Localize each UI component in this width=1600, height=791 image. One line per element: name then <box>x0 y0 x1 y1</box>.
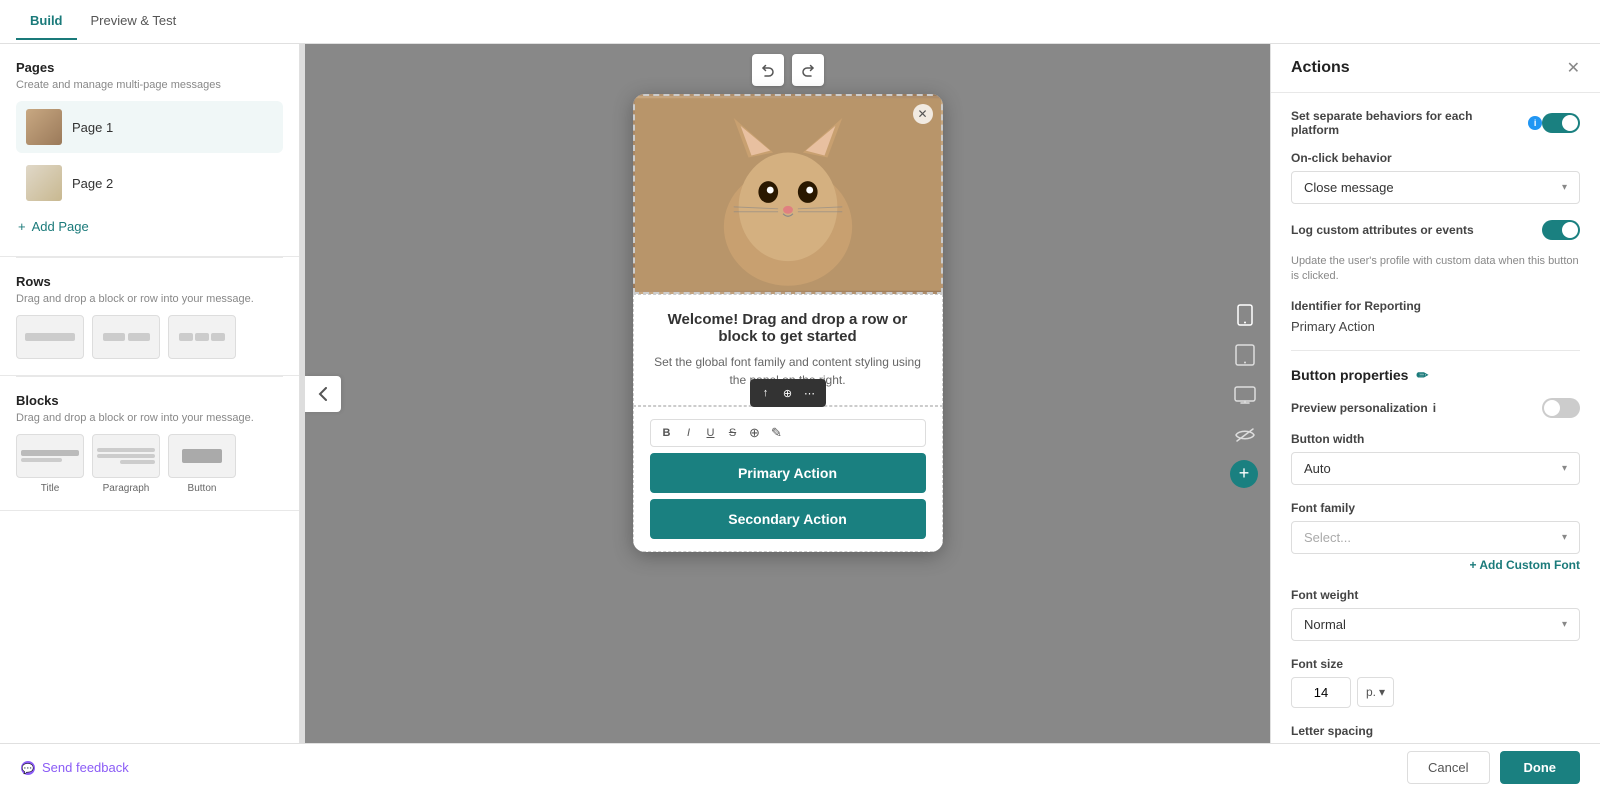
font-size-unit-select[interactable]: p. ▾ <box>1357 677 1394 707</box>
add-custom-font-button[interactable]: + Add Custom Font <box>1291 558 1580 572</box>
buttons-block[interactable]: ↑ ⊕ ⋯ B I U S ⊕ ✎ Primary Action Secon <box>633 406 943 552</box>
width-label: Button width <box>1291 432 1580 446</box>
format-toolbar: B I U S ⊕ ✎ <box>650 419 926 447</box>
bold-button[interactable]: B <box>657 423 677 443</box>
welcome-heading: Welcome! Drag and drop a row or block to… <box>650 311 926 345</box>
row-double-item[interactable] <box>92 315 160 359</box>
panel-title: Actions <box>1291 59 1350 77</box>
add-page-button[interactable]: + Add Page <box>16 213 283 240</box>
link-button[interactable]: ⊕ <box>745 423 765 443</box>
font-family-dropdown[interactable]: Select... ▾ <box>1291 521 1580 554</box>
letter-spacing-label: Letter spacing <box>1291 724 1580 738</box>
log-desc: Update the user's profile with custom da… <box>1291 254 1580 285</box>
edit-icon[interactable]: ✏ <box>1416 367 1428 384</box>
preview-info-icon[interactable]: i <box>1433 401 1436 415</box>
secondary-action-button[interactable]: Secondary Action <box>650 499 926 539</box>
width-dropdown[interactable]: Auto ▾ <box>1291 452 1580 485</box>
info-icon[interactable]: i <box>1528 116 1542 130</box>
bottom-bar: 💬 Send feedback Cancel Done <box>0 743 1600 791</box>
drag-handle[interactable]: ⊕ <box>778 383 798 403</box>
onclick-label: On-click behavior <box>1291 151 1580 165</box>
blocks-desc: Drag and drop a block or row into your m… <box>16 412 283 424</box>
pages-desc: Create and manage multi-page messages <box>16 79 283 91</box>
italic-button[interactable]: I <box>679 423 699 443</box>
log-label: Log custom attributes or events <box>1291 223 1474 237</box>
onclick-dropdown[interactable]: Close message ▾ <box>1291 171 1580 204</box>
tab-build[interactable]: Build <box>16 3 77 40</box>
page-thumb-1 <box>26 109 62 145</box>
page-item-2[interactable]: Page 2 <box>16 157 283 209</box>
font-size-label: Font size <box>1291 657 1580 671</box>
undo-button[interactable] <box>752 54 784 86</box>
log-attributes-row: Log custom attributes or events <box>1291 220 1580 240</box>
primary-action-button[interactable]: Primary Action <box>650 453 926 493</box>
log-toggle[interactable] <box>1542 220 1580 240</box>
page-label-2: Page 2 <box>72 176 113 191</box>
identifier-label: Identifier for Reporting <box>1291 299 1580 313</box>
font-weight-dropdown[interactable]: Normal ▾ <box>1291 608 1580 641</box>
chevron-down-icon: ▾ <box>1562 463 1567 474</box>
mobile-icon[interactable] <box>1230 300 1260 330</box>
letter-spacing-field: Letter spacing p. ▾ <box>1291 724 1580 743</box>
phone-frame: ✕ <box>633 94 943 552</box>
hide-icon[interactable] <box>1230 420 1260 450</box>
page-thumb-2 <box>26 165 62 201</box>
platform-label: Set separate behaviors for each platform… <box>1291 109 1542 137</box>
platform-behaviors-row: Set separate behaviors for each platform… <box>1291 109 1580 137</box>
svg-text:💬: 💬 <box>22 762 35 775</box>
onclick-field: On-click behavior Close message ▾ <box>1291 151 1580 204</box>
close-button[interactable]: ✕ <box>913 104 933 124</box>
preview-label: Preview personalization i <box>1291 401 1436 415</box>
move-up-button[interactable]: ↑ <box>756 383 776 403</box>
chevron-down-icon: ▾ <box>1562 532 1567 543</box>
add-icon[interactable]: + <box>1230 460 1258 488</box>
button-width-field: Button width Auto ▾ <box>1291 432 1580 485</box>
page-item-1[interactable]: Page 1 <box>16 101 283 153</box>
pages-title: Pages <box>16 60 283 75</box>
device-selector: + <box>1230 300 1260 488</box>
underline-button[interactable]: U <box>701 423 721 443</box>
platform-toggle[interactable] <box>1542 113 1580 133</box>
panel-close-button[interactable]: ✕ <box>1567 58 1580 78</box>
font-family-label: Font family <box>1291 501 1580 515</box>
tab-preview[interactable]: Preview & Test <box>77 3 191 40</box>
row-single-item[interactable] <box>16 315 84 359</box>
rows-desc: Drag and drop a block or row into your m… <box>16 293 283 305</box>
more-options-button[interactable]: ⋯ <box>800 383 820 403</box>
tablet-icon[interactable] <box>1230 340 1260 370</box>
desktop-icon[interactable] <box>1230 380 1260 410</box>
chevron-down-icon: ▾ <box>1562 619 1567 630</box>
page-label-1: Page 1 <box>72 120 113 135</box>
preview-toggle[interactable] <box>1542 398 1580 418</box>
button-props-title: Button properties ✏ <box>1291 367 1580 384</box>
font-size-input[interactable] <box>1291 677 1351 708</box>
nav-back-arrow[interactable] <box>305 376 341 412</box>
chevron-down-icon: ▾ <box>1562 182 1567 193</box>
identifier-value: Primary Action <box>1291 319 1580 334</box>
image-block[interactable] <box>633 94 943 294</box>
redo-button[interactable] <box>792 54 824 86</box>
strikethrough-button[interactable]: S <box>723 423 743 443</box>
cancel-button[interactable]: Cancel <box>1407 751 1489 784</box>
font-weight-field: Font weight Normal ▾ <box>1291 588 1580 641</box>
row-triple-item[interactable] <box>168 315 236 359</box>
font-weight-label: Font weight <box>1291 588 1580 602</box>
blocks-title: Blocks <box>16 393 283 408</box>
right-panel: Actions ✕ Set separate behaviors for eac… <box>1270 44 1600 743</box>
block-button-item[interactable]: Button <box>168 434 236 494</box>
canvas-area: + ✕ <box>305 44 1270 743</box>
block-paragraph-item[interactable]: Paragraph <box>92 434 160 494</box>
font-size-field: Font size p. ▾ <box>1291 657 1580 708</box>
block-title-item[interactable]: Title <box>16 434 84 494</box>
rows-title: Rows <box>16 274 283 289</box>
chevron-down-icon: ▾ <box>1379 685 1385 699</box>
color-button[interactable]: ✎ <box>767 423 787 443</box>
feedback-button[interactable]: 💬 Send feedback <box>20 760 129 776</box>
block-toolbar: ↑ ⊕ ⋯ <box>750 379 826 407</box>
done-button[interactable]: Done <box>1500 751 1581 784</box>
font-family-field: Font family Select... ▾ + Add Custom Fon… <box>1291 501 1580 572</box>
identifier-field: Identifier for Reporting Primary Action <box>1291 299 1580 334</box>
preview-personalization-row: Preview personalization i <box>1291 398 1580 418</box>
